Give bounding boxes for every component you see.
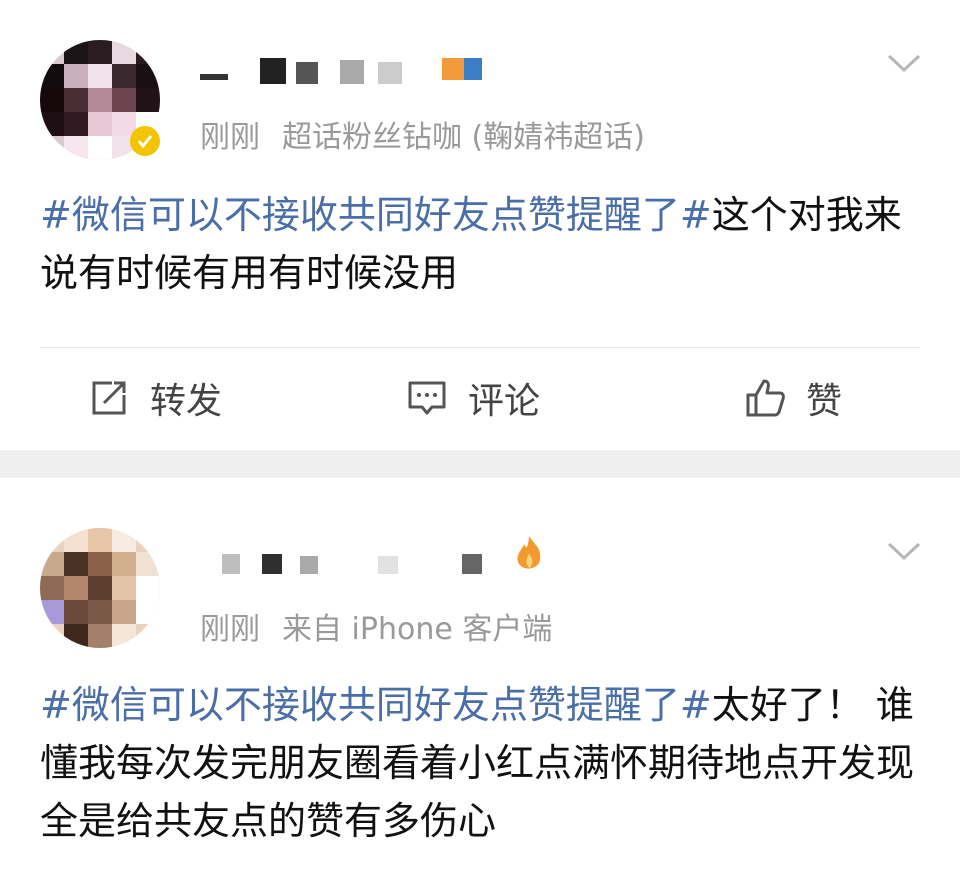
topic-link[interactable]: #微信可以不接收共同好友点赞提醒了# bbox=[40, 683, 712, 727]
avatar[interactable] bbox=[40, 528, 160, 648]
username-redacted[interactable] bbox=[200, 52, 490, 92]
comment-button[interactable]: 评论 bbox=[406, 348, 540, 448]
post-separator bbox=[0, 450, 960, 478]
post-content: #微信可以不接收共同好友点赞提醒了#太好了！ 谁懂我每次发完朋友圈看着小红点满怀… bbox=[40, 676, 920, 850]
repost-icon bbox=[92, 381, 126, 415]
fire-badge-icon bbox=[512, 534, 546, 574]
chevron-down-icon[interactable] bbox=[886, 540, 922, 564]
like-button[interactable]: 赞 bbox=[744, 348, 842, 448]
post-time: 刚刚 bbox=[200, 612, 260, 647]
post-source[interactable]: 来自 iPhone 客户端 bbox=[282, 612, 552, 647]
like-label: 赞 bbox=[806, 381, 843, 422]
vip-badge-icon bbox=[130, 126, 160, 156]
post-meta: 刚刚 来自 iPhone 客户端 bbox=[200, 604, 552, 648]
post-meta: 刚刚 超话粉丝钻咖 (鞠婧祎超话) bbox=[200, 112, 645, 156]
repost-button[interactable]: 转发 bbox=[88, 348, 222, 448]
weibo-feed: 刚刚 超话粉丝钻咖 (鞠婧祎超话) #微信可以不接收共同好友点赞提醒了#这个对我来… bbox=[0, 0, 960, 888]
comment-label: 评论 bbox=[468, 381, 541, 422]
post-card[interactable]: 刚刚 来自 iPhone 客户端 #微信可以不接收共同好友点赞提醒了#太好了！ 谁… bbox=[0, 478, 960, 888]
post-source[interactable]: 超话粉丝钻咖 (鞠婧祎超话) bbox=[282, 120, 645, 155]
action-bar: 转发 评论 赞 bbox=[0, 348, 960, 448]
topic-link[interactable]: #微信可以不接收共同好友点赞提醒了# bbox=[40, 193, 712, 237]
thumbs-up-icon bbox=[746, 379, 785, 417]
post-time: 刚刚 bbox=[200, 120, 260, 155]
repost-label: 转发 bbox=[150, 381, 223, 422]
post-card[interactable]: 刚刚 超话粉丝钻咖 (鞠婧祎超话) #微信可以不接收共同好友点赞提醒了#这个对我来… bbox=[0, 0, 960, 450]
username-redacted[interactable] bbox=[200, 544, 560, 584]
chevron-down-icon[interactable] bbox=[886, 52, 922, 76]
post-content: #微信可以不接收共同好友点赞提醒了#这个对我来说有时候有用有时候没用 bbox=[40, 186, 920, 302]
comment-icon bbox=[408, 381, 446, 415]
